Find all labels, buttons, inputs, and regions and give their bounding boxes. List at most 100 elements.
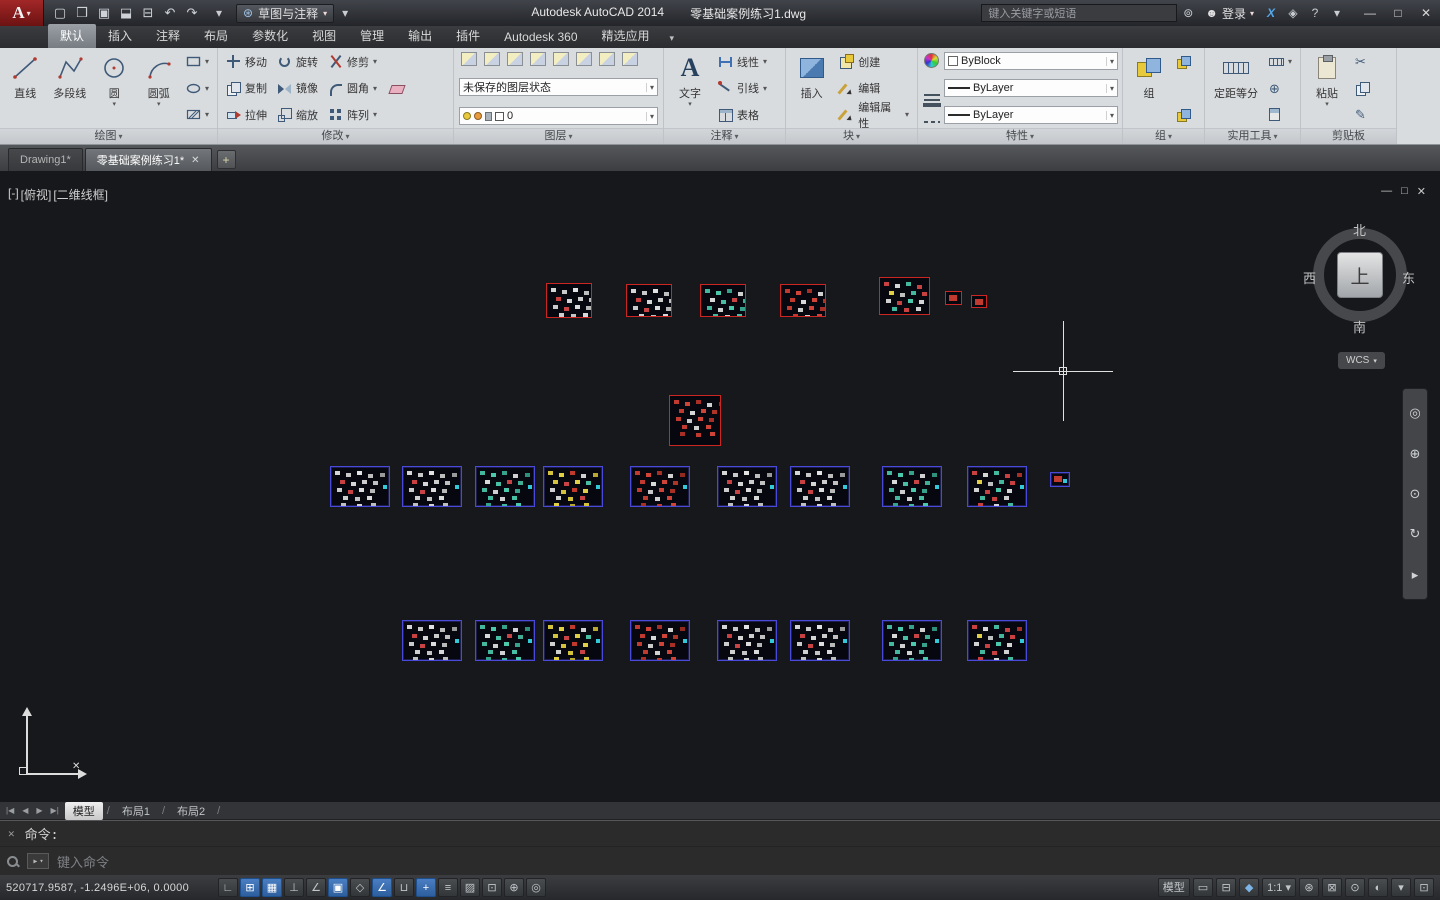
application-status-menu[interactable]: ▾ <box>1391 878 1411 897</box>
toggle-infer-constraints[interactable]: ∟ <box>218 878 238 897</box>
toolbar-lock[interactable]: ⊠ <box>1322 878 1342 897</box>
toggle-show-transparency[interactable]: ▨ <box>460 878 480 897</box>
ribbon-tab-视图[interactable]: 视图 <box>300 24 348 48</box>
ribbon-tab-注释[interactable]: 注释 <box>144 24 192 48</box>
pan-icon[interactable]: ⊕ <box>1405 444 1425 464</box>
wcs-dropdown[interactable]: WCS ▾ <box>1338 352 1385 369</box>
layer-dropdown[interactable]: 0 ▾ <box>459 107 658 125</box>
drawing-thumbnail[interactable] <box>945 291 962 305</box>
measure-button[interactable]: ▾ <box>1265 52 1296 71</box>
viewcube-west-label[interactable]: 西 <box>1303 268 1316 287</box>
sign-in-button[interactable]: ☻ 登录 ▾ <box>1199 5 1260 22</box>
file-tab[interactable]: 零基础案例练习1* ✕ <box>84 148 212 171</box>
workspace-switcher[interactable]: ⊛ 草图与注释 ▾ <box>236 3 335 23</box>
drawing-thumbnail[interactable] <box>700 284 746 317</box>
viewport-control-menu[interactable]: [-] <box>8 186 19 203</box>
panel-properties-title[interactable]: 特性 ▾ <box>918 128 1122 144</box>
navigation-wheel-icon[interactable]: ◎ <box>1405 403 1425 423</box>
drawing-thumbnail[interactable] <box>790 466 850 507</box>
next-layout-button[interactable]: ▶ <box>34 806 44 815</box>
trim-button[interactable]: 修剪 ▾ <box>324 52 381 71</box>
clean-screen[interactable]: ⊡ <box>1414 878 1434 897</box>
minimize-button[interactable]: — <box>1356 2 1384 24</box>
restore-button[interactable]: □ <box>1384 2 1412 24</box>
drawing-thumbnail[interactable] <box>546 283 592 318</box>
isolate-objects[interactable]: ◐ <box>1368 878 1388 897</box>
layout-tab-布局1[interactable]: 布局1 <box>114 802 158 820</box>
layer-color-icon[interactable] <box>495 111 504 121</box>
save-file-icon[interactable]: ▣ <box>94 3 114 23</box>
panel-group-title[interactable]: 组 ▾ <box>1123 128 1204 144</box>
help-button[interactable]: ? <box>1304 6 1326 20</box>
viewcube-south-label[interactable]: 南 <box>1353 317 1366 336</box>
id-point-button[interactable]: ⊕ <box>1265 79 1296 98</box>
command-search-icon[interactable] <box>6 855 19 868</box>
layer-state-dropdown[interactable]: 未保存的图层状态 ▾ <box>459 78 658 96</box>
arc-button[interactable]: 圆弧 ▾ <box>138 50 181 126</box>
edit-attributes-button[interactable]: 编辑属性 ▾ <box>835 102 913 130</box>
create-block-button[interactable]: 创建 <box>835 52 913 71</box>
ribbon-tab-插入[interactable]: 插入 <box>96 24 144 48</box>
cut-button[interactable]: ✂ <box>1351 52 1374 71</box>
panel-modify-title[interactable]: 修改 ▾ <box>218 128 453 144</box>
layer-freeze-icon[interactable] <box>474 112 482 120</box>
redo-icon[interactable]: ↷ <box>182 3 202 23</box>
drawing-minimize-button[interactable]: — <box>1381 185 1392 198</box>
ribbon-tab-输出[interactable]: 输出 <box>396 24 444 48</box>
viewcube-north-label[interactable]: 北 <box>1353 220 1366 239</box>
ribbon-display-toggle-icon[interactable]: ▾ <box>662 30 683 48</box>
quick-view-layouts[interactable]: ▭ <box>1192 878 1214 897</box>
quick-calc-button[interactable] <box>1265 105 1296 124</box>
ribbon-tab-布局[interactable]: 布局 <box>192 24 240 48</box>
toggle-object-snap[interactable]: ▣ <box>328 878 348 897</box>
command-input-row[interactable]: ▸ ▾ 键入命令 <box>0 847 1440 875</box>
toggle-quick-properties[interactable]: ⊡ <box>482 878 502 897</box>
save-as-icon[interactable]: ⬓ <box>116 3 136 23</box>
drawing-thumbnail[interactable] <box>475 466 535 507</box>
showmotion-icon[interactable]: ▸ <box>1405 565 1425 585</box>
coordinates-display[interactable]: 520717.9587, -1.2496E+06, 0.0000 <box>6 882 218 894</box>
toggle-grid-display[interactable]: ▦ <box>262 878 282 897</box>
layout-tab-模型[interactable]: 模型 <box>64 801 103 820</box>
copy-clip-button[interactable] <box>1351 79 1374 98</box>
object-color-dropdown[interactable]: ByBlock ▾ <box>944 52 1118 70</box>
qat-customize-caret-icon[interactable]: ▾ <box>208 6 230 20</box>
toggle-show-lineweight[interactable]: ≡ <box>438 878 458 897</box>
close-file-tab-icon[interactable]: ✕ <box>191 155 199 166</box>
search-binoculars-icon[interactable]: ⊚ <box>1177 6 1199 20</box>
ribbon-tab-参数化[interactable]: 参数化 <box>240 24 300 48</box>
navigation-bar[interactable]: ◎ ⊕ ⊙ ↻ ▸ <box>1402 388 1428 600</box>
annotation-visibility[interactable]: ◆ <box>1239 878 1260 897</box>
insert-block-button[interactable]: 插入 <box>790 50 833 126</box>
erase-button[interactable] <box>385 79 408 98</box>
toggle-3d-object-snap[interactable]: ◇ <box>350 878 370 897</box>
undo-icon[interactable]: ↶ <box>160 3 180 23</box>
viewcube-top-face[interactable]: 上 <box>1337 252 1383 298</box>
stretch-button[interactable]: 拉伸 <box>222 105 271 124</box>
help-caret-icon[interactable]: ▾ <box>1326 6 1348 20</box>
panel-layers-title[interactable]: 图层 ▾ <box>454 128 663 144</box>
toggle-polar-tracking[interactable]: ∠ <box>306 878 326 897</box>
panel-utilities-title[interactable]: 实用工具 ▾ <box>1205 128 1300 144</box>
toggle-snap-mode[interactable]: ⊞ <box>240 878 260 897</box>
panel-clipboard-title[interactable]: 剪贴板 <box>1301 128 1396 144</box>
workspace-switching[interactable]: ⊛ <box>1299 878 1319 897</box>
layer-properties-icon[interactable] <box>461 52 477 66</box>
ribbon-tab-管理[interactable]: 管理 <box>348 24 396 48</box>
open-file-icon[interactable]: ❒ <box>72 3 92 23</box>
ungroup-button[interactable] <box>1173 52 1195 71</box>
viewcube-east-label[interactable]: 东 <box>1402 268 1415 287</box>
drawing-close-button[interactable]: ✕ <box>1417 185 1426 198</box>
linear-dimension-button[interactable]: 线性 ▾ <box>714 52 771 71</box>
toggle-object-snap-tracking[interactable]: ∠ <box>372 878 392 897</box>
drawing-thumbnail[interactable] <box>780 284 826 317</box>
drawing-thumbnail[interactable] <box>330 466 390 507</box>
move-button[interactable]: 移动 <box>222 52 271 71</box>
toggle-dynamic-ucs[interactable]: ⊔ <box>394 878 414 897</box>
drawing-thumbnail[interactable] <box>475 620 535 661</box>
layer-unisolate-icon[interactable] <box>622 52 638 66</box>
close-button[interactable]: ✕ <box>1412 2 1440 24</box>
plot-icon[interactable]: ⊟ <box>138 3 158 23</box>
hatch-button[interactable]: ▾ <box>182 105 213 124</box>
array-button[interactable]: 阵列 ▾ <box>324 105 381 124</box>
